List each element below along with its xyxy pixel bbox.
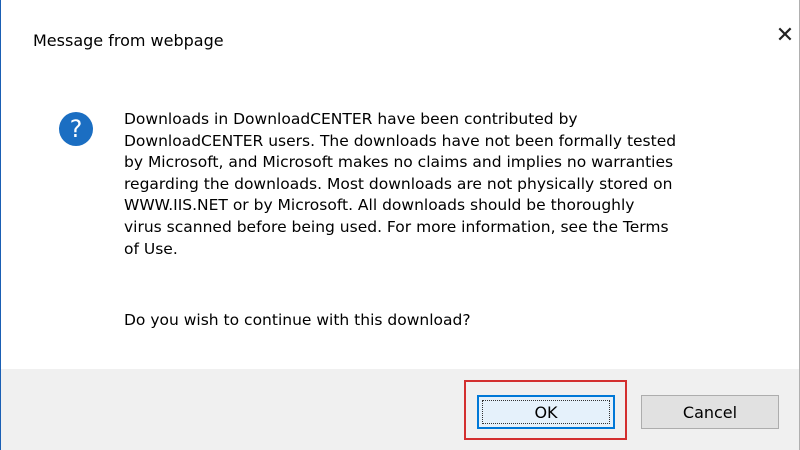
focus-rectangle bbox=[482, 400, 610, 424]
dialog-prompt: Do you wish to continue with this downlo… bbox=[124, 311, 471, 329]
question-icon: ? bbox=[58, 111, 94, 151]
title-bar[interactable]: Message from webpage ✕ bbox=[1, 0, 799, 80]
message-dialog: Message from webpage ✕ ? Downloads in Do… bbox=[0, 0, 800, 450]
dialog-message: Downloads in DownloadCENTER have been co… bbox=[124, 110, 677, 258]
cancel-button-label: Cancel bbox=[682, 402, 738, 422]
dialog-title: Message from webpage bbox=[33, 31, 224, 50]
ok-button[interactable]: OK bbox=[477, 395, 615, 429]
cancel-button[interactable]: Cancel bbox=[641, 395, 779, 429]
close-icon[interactable]: ✕ bbox=[773, 24, 797, 48]
svg-text:?: ? bbox=[70, 115, 83, 143]
